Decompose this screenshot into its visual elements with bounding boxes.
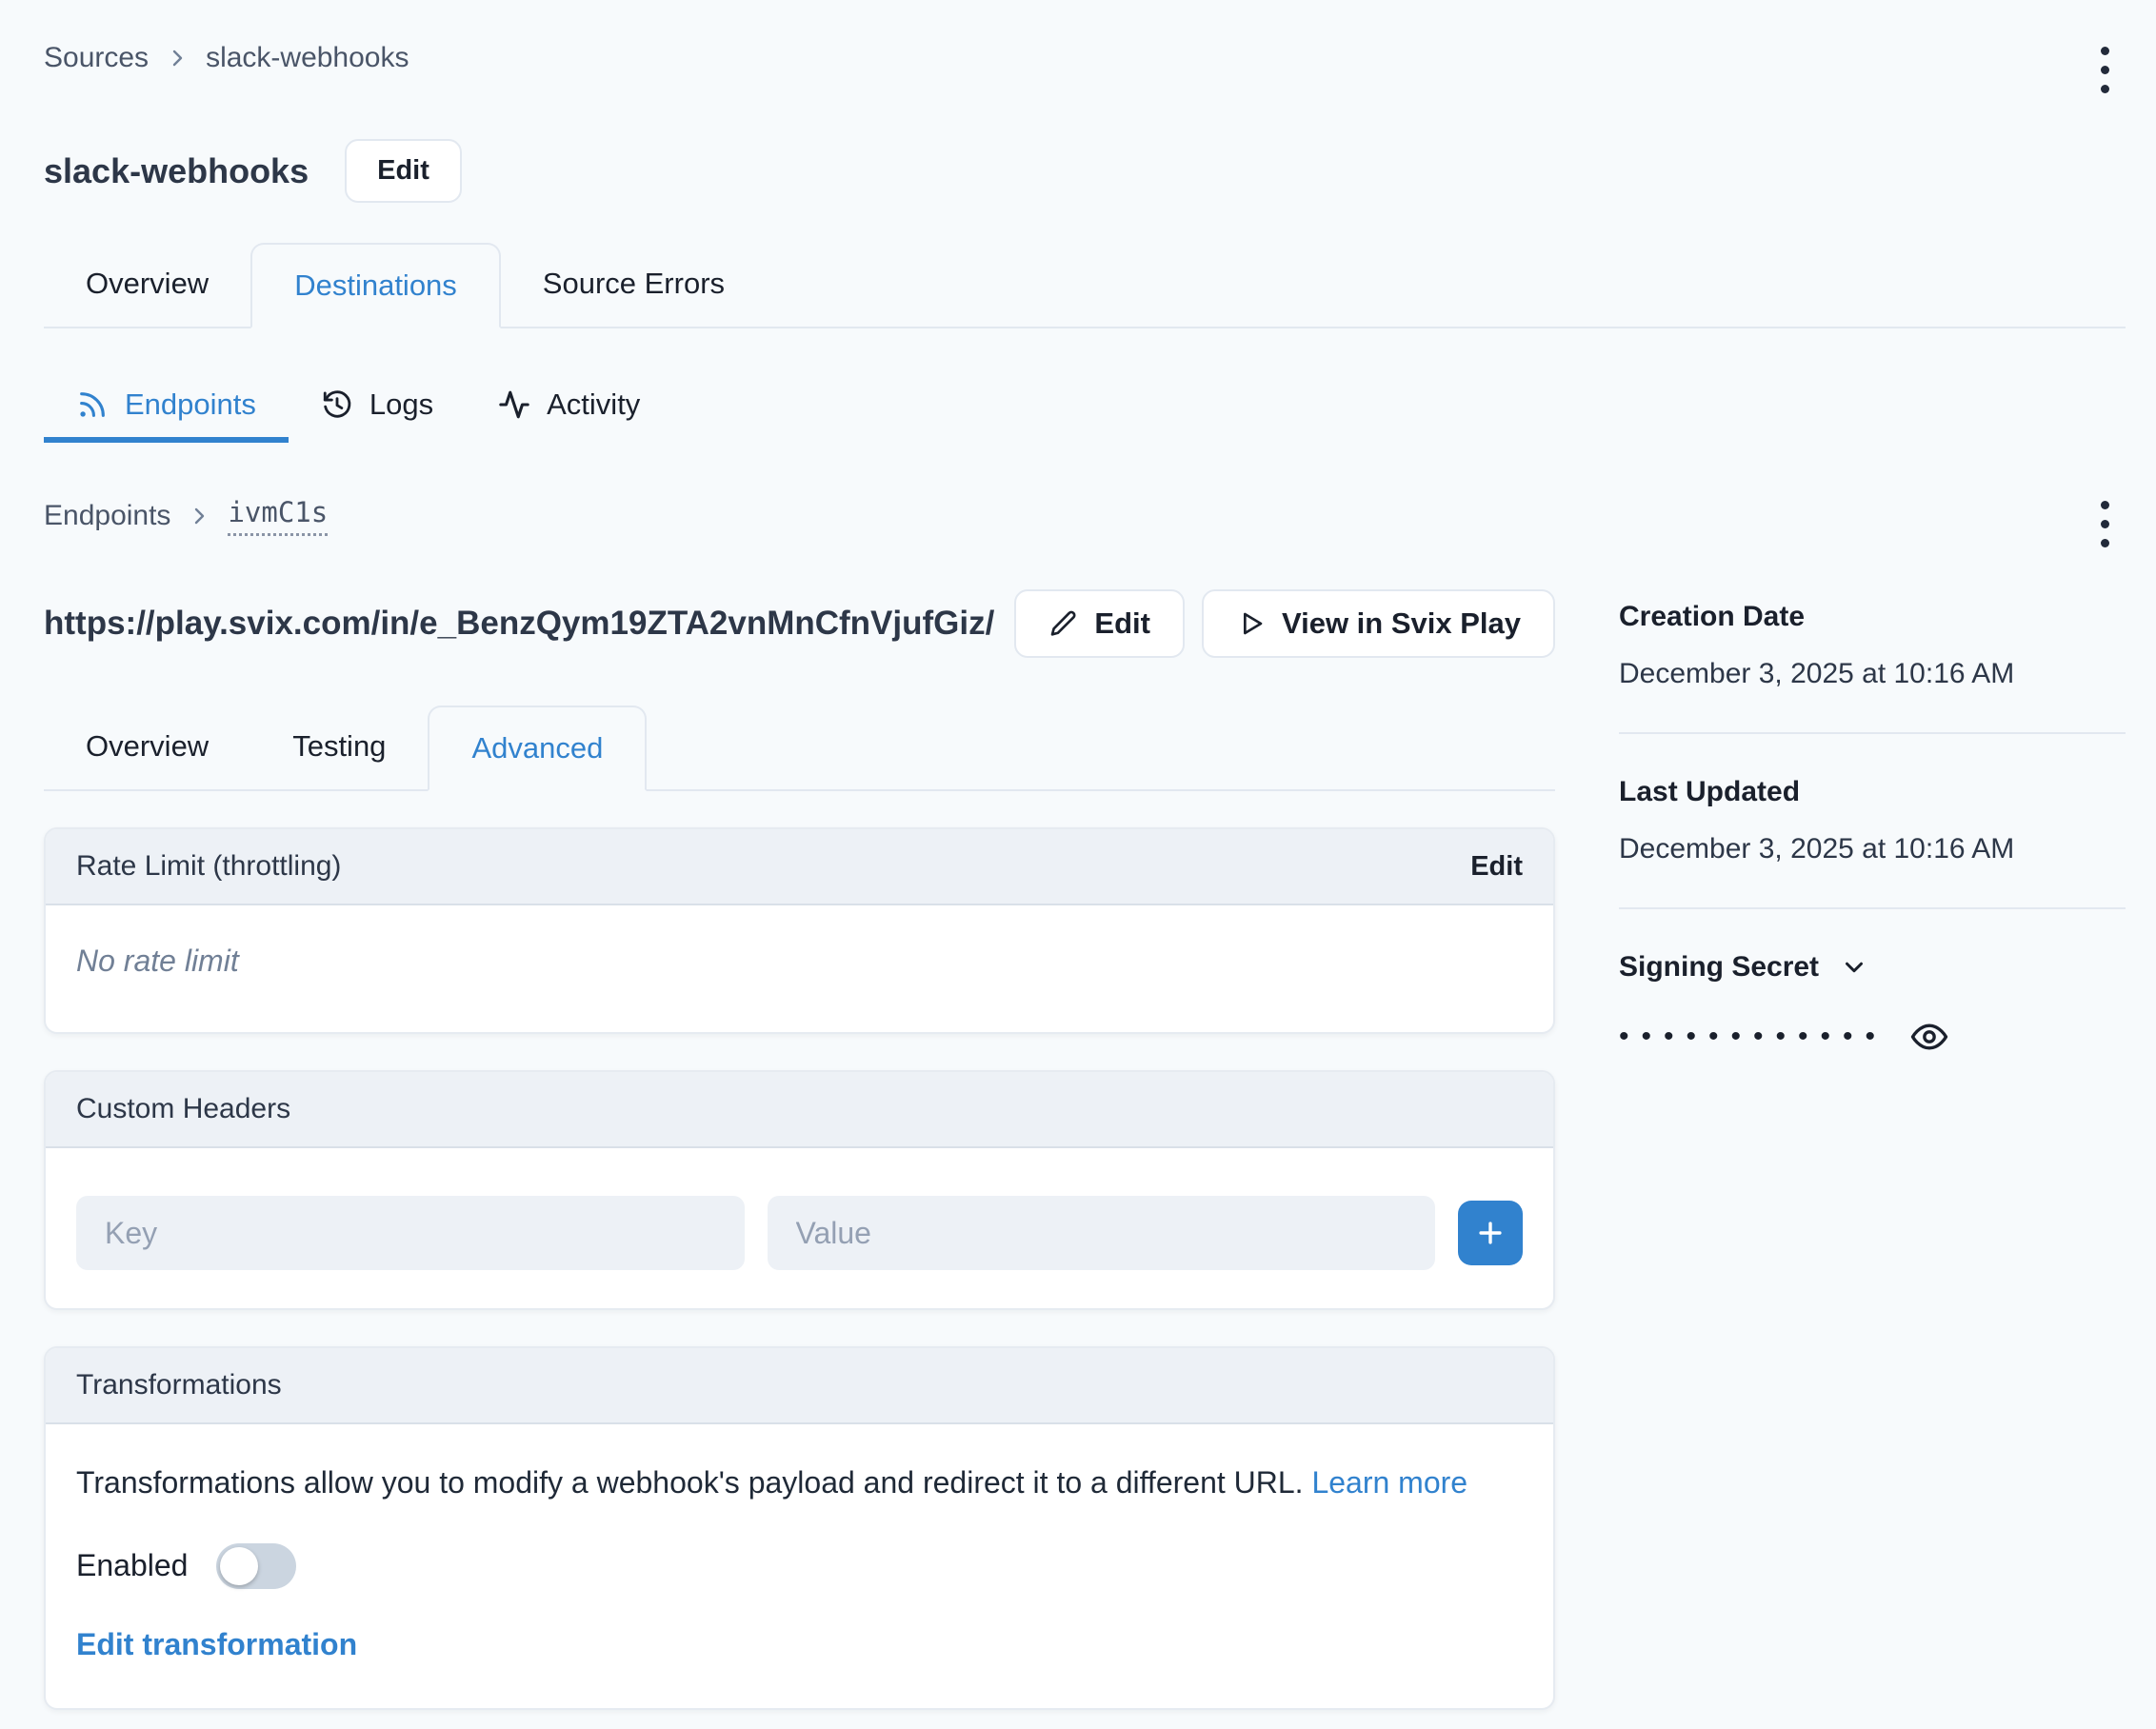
endpoint-url-row: https://play.svix.com/in/e_BenzQym19ZTA2…: [44, 589, 1555, 658]
transformations-card: Transformations Transformations allow yo…: [44, 1346, 1555, 1710]
plus-icon: [1474, 1217, 1507, 1249]
endpoint-breadcrumb-row: Endpoints ivmC1s: [44, 496, 2126, 551]
tab-overview[interactable]: Overview: [44, 243, 250, 327]
endpoint-actions: Edit View in Svix Play: [1014, 589, 1555, 658]
add-header-button[interactable]: [1458, 1201, 1523, 1265]
endpoint-tabs: Overview Testing Advanced: [44, 706, 1555, 791]
view-in-svix-play-button[interactable]: View in Svix Play: [1202, 589, 1555, 658]
rate-limit-title: Rate Limit (throttling): [76, 850, 341, 883]
rate-limit-edit-button[interactable]: Edit: [1470, 851, 1523, 883]
custom-headers-form: [46, 1148, 1553, 1308]
subtab-endpoints[interactable]: Endpoints: [44, 388, 289, 443]
top-bar: Sources slack-webhooks: [44, 42, 2126, 97]
chevron-right-icon: [166, 47, 189, 70]
toggle-knob: [220, 1547, 258, 1585]
tab-source-errors[interactable]: Source Errors: [501, 243, 767, 327]
signing-secret-row[interactable]: Signing Secret: [1619, 951, 2126, 984]
rate-limit-empty-text: No rate limit: [76, 944, 1523, 979]
page: Sources slack-webhooks slack-webhooks Ed…: [0, 0, 2156, 1729]
breadcrumb-current: slack-webhooks: [206, 42, 409, 74]
subtab-activity-label: Activity: [547, 388, 640, 422]
main-column: https://play.svix.com/in/e_BenzQym19ZTA2…: [44, 589, 1555, 1710]
custom-headers-title: Custom Headers: [76, 1093, 290, 1125]
destination-subtabs: Endpoints Logs Activity: [44, 388, 2126, 443]
rate-limit-card: Rate Limit (throttling) Edit No rate lim…: [44, 827, 1555, 1034]
signing-secret-value: ••••••••••••: [1619, 1018, 2126, 1056]
signing-secret-masked: ••••••••••••: [1619, 1023, 1887, 1051]
subtab-endpoints-label: Endpoints: [125, 388, 256, 422]
transformations-title: Transformations: [76, 1369, 282, 1401]
source-tabs: Overview Destinations Source Errors: [44, 243, 2126, 328]
custom-headers-card: Custom Headers: [44, 1070, 1555, 1310]
enabled-label: Enabled: [76, 1548, 188, 1583]
breadcrumb-endpoints-link[interactable]: Endpoints: [44, 500, 170, 532]
learn-more-link[interactable]: Learn more: [1311, 1465, 1467, 1500]
rss-icon: [76, 388, 109, 421]
transformations-description: Transformations allow you to modify a we…: [76, 1459, 1476, 1507]
subtab-activity[interactable]: Activity: [466, 388, 672, 443]
title-row: slack-webhooks Edit: [44, 139, 2126, 203]
pencil-icon: [1048, 608, 1079, 639]
sidebar-divider: [1619, 732, 2126, 734]
history-icon: [321, 388, 353, 421]
edit-source-button[interactable]: Edit: [345, 139, 462, 203]
rate-limit-card-body: No rate limit: [46, 905, 1553, 1032]
subtab-logs-label: Logs: [369, 388, 433, 422]
header-key-input[interactable]: [76, 1196, 745, 1270]
reveal-secret-button[interactable]: [1910, 1018, 1948, 1056]
source-menu-button[interactable]: [2084, 42, 2126, 97]
transformations-description-text: Transformations allow you to modify a we…: [76, 1465, 1304, 1500]
transformations-card-body: Transformations allow you to modify a we…: [46, 1424, 1553, 1708]
rate-limit-card-header: Rate Limit (throttling) Edit: [46, 829, 1553, 905]
tab-endpoint-testing[interactable]: Testing: [250, 706, 428, 789]
transformations-card-header: Transformations: [46, 1348, 1553, 1424]
edit-transformation-link[interactable]: Edit transformation: [76, 1627, 357, 1662]
creation-date-label: Creation Date: [1619, 601, 2126, 633]
chevron-down-icon[interactable]: [1840, 953, 1868, 982]
content-columns: https://play.svix.com/in/e_BenzQym19ZTA2…: [44, 589, 2126, 1710]
enabled-row: Enabled: [76, 1543, 1523, 1589]
edit-endpoint-label: Edit: [1094, 606, 1150, 641]
creation-date-value: December 3, 2025 at 10:16 AM: [1619, 658, 2126, 690]
chevron-right-icon: [188, 505, 210, 527]
tab-endpoint-advanced[interactable]: Advanced: [428, 706, 647, 791]
sidebar-divider: [1619, 907, 2126, 909]
subtab-logs[interactable]: Logs: [289, 388, 466, 443]
header-value-input[interactable]: [768, 1196, 1436, 1270]
tab-endpoint-overview[interactable]: Overview: [44, 706, 250, 789]
eye-icon: [1910, 1018, 1948, 1056]
view-in-svix-play-label: View in Svix Play: [1282, 606, 1521, 641]
transformation-enabled-toggle[interactable]: [216, 1543, 296, 1589]
endpoint-sidebar: Creation Date December 3, 2025 at 10:16 …: [1619, 589, 2126, 1710]
breadcrumb: Sources slack-webhooks: [44, 42, 409, 74]
endpoint-menu-button[interactable]: [2084, 496, 2126, 551]
endpoint-breadcrumb: Endpoints ivmC1s: [44, 496, 328, 536]
endpoint-url: https://play.svix.com/in/e_BenzQym19ZTA2…: [44, 604, 994, 644]
signing-secret-label: Signing Secret: [1619, 951, 1819, 984]
last-updated-value: December 3, 2025 at 10:16 AM: [1619, 833, 2126, 865]
last-updated-label: Last Updated: [1619, 776, 2126, 808]
tab-destinations[interactable]: Destinations: [250, 243, 501, 328]
edit-endpoint-button[interactable]: Edit: [1014, 589, 1185, 658]
play-icon: [1236, 608, 1267, 639]
custom-headers-card-header: Custom Headers: [46, 1072, 1553, 1148]
breadcrumb-sources-link[interactable]: Sources: [44, 42, 149, 74]
breadcrumb-endpoint-id[interactable]: ivmC1s: [228, 496, 328, 536]
activity-icon: [498, 388, 530, 421]
page-title: slack-webhooks: [44, 151, 309, 191]
